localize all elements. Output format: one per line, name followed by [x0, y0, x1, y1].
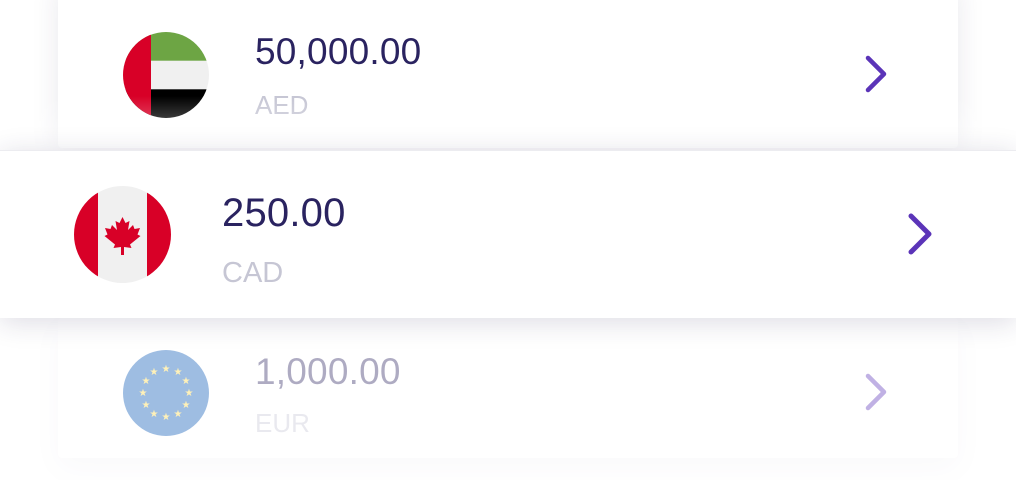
- account-amount: 1,000.00: [255, 351, 401, 392]
- account-row-cad[interactable]: 250.00 CAD: [0, 150, 1016, 318]
- svg-text:★: ★: [182, 400, 191, 411]
- account-row-eur[interactable]: ★ ★ ★ ★ ★ ★ ★ ★ ★ ★ ★ ★ 1,000.00 EUR: [58, 318, 958, 458]
- chevron-right-icon[interactable]: [905, 212, 935, 256]
- account-currency-code: AED: [255, 90, 309, 120]
- svg-text:★: ★: [139, 388, 148, 399]
- svg-text:★: ★: [150, 367, 159, 378]
- chevron-right-icon[interactable]: [863, 54, 889, 94]
- account-row-aed[interactable]: 50,000.00 AED: [58, 0, 958, 148]
- currency-account-picker: 50,000.00 AED ★ ★ ★ ★ ★ ★ ★ ★ ★ ★ ★ ★ 1,…: [0, 0, 1016, 480]
- canada-flag-icon: [74, 186, 171, 283]
- svg-text:★: ★: [182, 376, 191, 387]
- svg-text:★: ★: [162, 364, 171, 375]
- uae-flag-icon: [123, 32, 209, 118]
- chevron-right-icon[interactable]: [863, 372, 889, 412]
- account-amount: 50,000.00: [255, 31, 422, 72]
- eu-flag-icon: ★ ★ ★ ★ ★ ★ ★ ★ ★ ★ ★ ★: [123, 350, 209, 436]
- svg-text:★: ★: [162, 412, 171, 423]
- account-amount: 250.00: [222, 191, 346, 235]
- svg-text:★: ★: [150, 409, 159, 420]
- svg-text:★: ★: [142, 400, 151, 411]
- svg-text:★: ★: [185, 388, 194, 399]
- account-currency-code: EUR: [255, 408, 310, 438]
- account-currency-code: CAD: [222, 257, 284, 289]
- svg-text:★: ★: [174, 409, 183, 420]
